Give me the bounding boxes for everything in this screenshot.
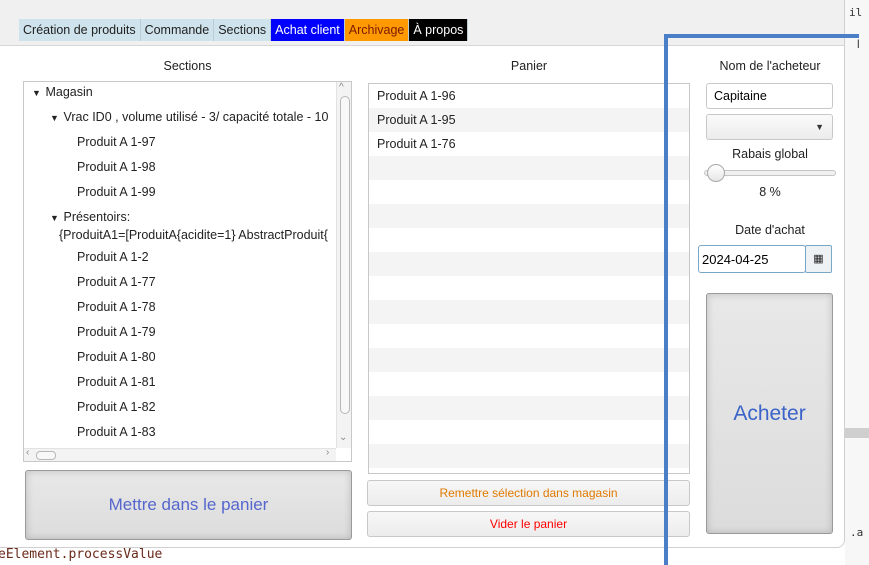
tree-item[interactable]: Produit A 1-98: [24, 155, 336, 180]
sections-tree[interactable]: ▼ Magasin ▼ Vrac ID0 , volume utilisé - 3…: [23, 81, 352, 462]
purchase-date-input[interactable]: [698, 245, 806, 273]
list-item[interactable]: [369, 252, 689, 276]
scroll-down-icon[interactable]: ⌄: [339, 432, 347, 443]
tree-item-label: Produit A 1-79: [77, 325, 156, 339]
app-window: Création de produits Commande Sections Acha…: [0, 0, 845, 548]
list-item[interactable]: [369, 276, 689, 300]
tree-item[interactable]: Produit A 1-80: [24, 345, 336, 370]
scroll-thumb[interactable]: [340, 96, 350, 414]
tree-item[interactable]: Produit A 1-83: [24, 420, 336, 445]
tree-horizontal-scrollbar[interactable]: ‹ ›: [24, 447, 336, 461]
list-item[interactable]: [369, 348, 689, 372]
tree-item-label: Produit A 1-80: [77, 350, 156, 364]
list-item[interactable]: [369, 420, 689, 444]
scroll-left-icon[interactable]: ‹: [26, 447, 29, 458]
tree-item[interactable]: ▼ Magasin: [24, 82, 336, 105]
chevron-down-icon: ▼: [815, 122, 824, 132]
empty-cart-button[interactable]: Vider le panier: [367, 511, 690, 537]
tree-item-label: Magasin: [45, 85, 93, 99]
tree-item[interactable]: Produit A 1-2: [24, 245, 336, 270]
tree-item[interactable]: Produit A 1-82: [24, 395, 336, 420]
list-item[interactable]: [369, 180, 689, 204]
tree-item[interactable]: ▼ Vrac ID0 , volume utilisé - 3/ capacit…: [24, 105, 336, 130]
list-item[interactable]: [369, 324, 689, 348]
tree-item-label: Produit A 1-98: [77, 160, 156, 174]
tab-bar: Création de produits Commande Sections Acha…: [0, 0, 844, 46]
expand-arrow-icon[interactable]: ▼: [50, 106, 60, 130]
discount-slider-thumb[interactable]: [707, 164, 725, 182]
tab-création-de-produits[interactable]: Création de produits: [19, 19, 141, 41]
scroll-right-icon[interactable]: ›: [326, 447, 329, 458]
tree-item[interactable]: Produit A 1-99: [24, 180, 336, 205]
tree-item[interactable]: Produit A 1-97: [24, 130, 336, 155]
background-code-fragment: .a: [850, 526, 864, 539]
background-editor-strip: [845, 0, 869, 565]
list-item[interactable]: [369, 156, 689, 180]
tree-item-label: Produit A 1-97: [77, 135, 156, 149]
drag-guide-vertical: [664, 36, 668, 565]
background-code-line: eElement.processValue: [0, 547, 163, 562]
buy-button[interactable]: Acheter: [706, 293, 833, 534]
list-item[interactable]: [369, 204, 689, 228]
purchase-date-label: Date d'achat: [735, 223, 805, 237]
tree-item[interactable]: Produit A 1-79: [24, 320, 336, 345]
tree-item-label: Produit A 1-78: [77, 300, 156, 314]
tree-item-label: Produit A 1-82: [77, 400, 156, 414]
tree-item[interactable]: Produit A 1-77: [24, 270, 336, 295]
discount-label: Rabais global: [732, 147, 808, 161]
scroll-thumb[interactable]: [36, 451, 56, 460]
discount-value: 8 %: [759, 185, 781, 199]
tree-item-label: Produit A 1-81: [77, 375, 156, 389]
tree-item-label: {ProduitA1=[ProduitA{acidite=1} Abstract…: [59, 228, 328, 242]
tab-à-propos[interactable]: À propos: [409, 19, 469, 41]
list-item[interactable]: Produit A 1-96: [369, 84, 689, 108]
tree-item[interactable]: Produit A 1-78: [24, 295, 336, 320]
expand-arrow-icon[interactable]: ▼: [32, 82, 42, 105]
sections-header: Sections: [163, 59, 212, 73]
list-item[interactable]: [369, 300, 689, 324]
background-code-fragment: il: [849, 6, 863, 19]
tab-sections[interactable]: Sections: [214, 19, 272, 41]
list-item[interactable]: [369, 444, 689, 468]
list-item[interactable]: Produit A 1-76: [369, 132, 689, 156]
return-to-store-button[interactable]: Remettre sélection dans magasin: [367, 480, 690, 506]
background-code-fragment: ا: [855, 38, 862, 51]
add-to-cart-button[interactable]: Mettre dans le panier: [25, 470, 352, 540]
list-item[interactable]: [369, 228, 689, 252]
panier-header: Panier: [510, 59, 548, 73]
buyer-name-input[interactable]: [706, 83, 833, 109]
tree-item-label: Vrac ID0 , volume utilisé - 3/ capacité …: [63, 110, 329, 124]
list-item[interactable]: [369, 396, 689, 420]
tree-item-label: Produit A 1-2: [77, 250, 149, 264]
background-scroll-marker: [845, 428, 869, 438]
scroll-up-icon[interactable]: ^: [339, 82, 344, 93]
tree-item-label: Produit A 1-77: [77, 275, 156, 289]
list-item[interactable]: Produit A 1-95: [369, 108, 689, 132]
tab-achat-client[interactable]: Achat client: [271, 19, 345, 41]
drag-guide-horizontal: [664, 34, 859, 38]
tree-vertical-scrollbar[interactable]: ^ ⌄: [336, 82, 351, 448]
panier-list[interactable]: Produit A 1-96 Produit A 1-95 Produit A 1-…: [368, 83, 690, 474]
calendar-icon[interactable]: ▦: [805, 245, 832, 273]
tabs: Création de produits Commande Sections Acha…: [19, 19, 469, 41]
tree-item-label: Présentoirs:: [63, 210, 131, 224]
tab-archivage[interactable]: Archivage: [344, 19, 410, 41]
tree-item[interactable]: Produit A 1-81: [24, 370, 336, 395]
list-item[interactable]: [369, 372, 689, 396]
tab-commande[interactable]: Commande: [140, 19, 215, 41]
buyer-name-label: Nom de l'acheteur: [719, 59, 821, 73]
tree-item-label: Produit A 1-83: [77, 425, 156, 439]
buyer-select[interactable]: ▼: [706, 114, 833, 140]
tree-item-label: Produit A 1-99: [77, 185, 156, 199]
